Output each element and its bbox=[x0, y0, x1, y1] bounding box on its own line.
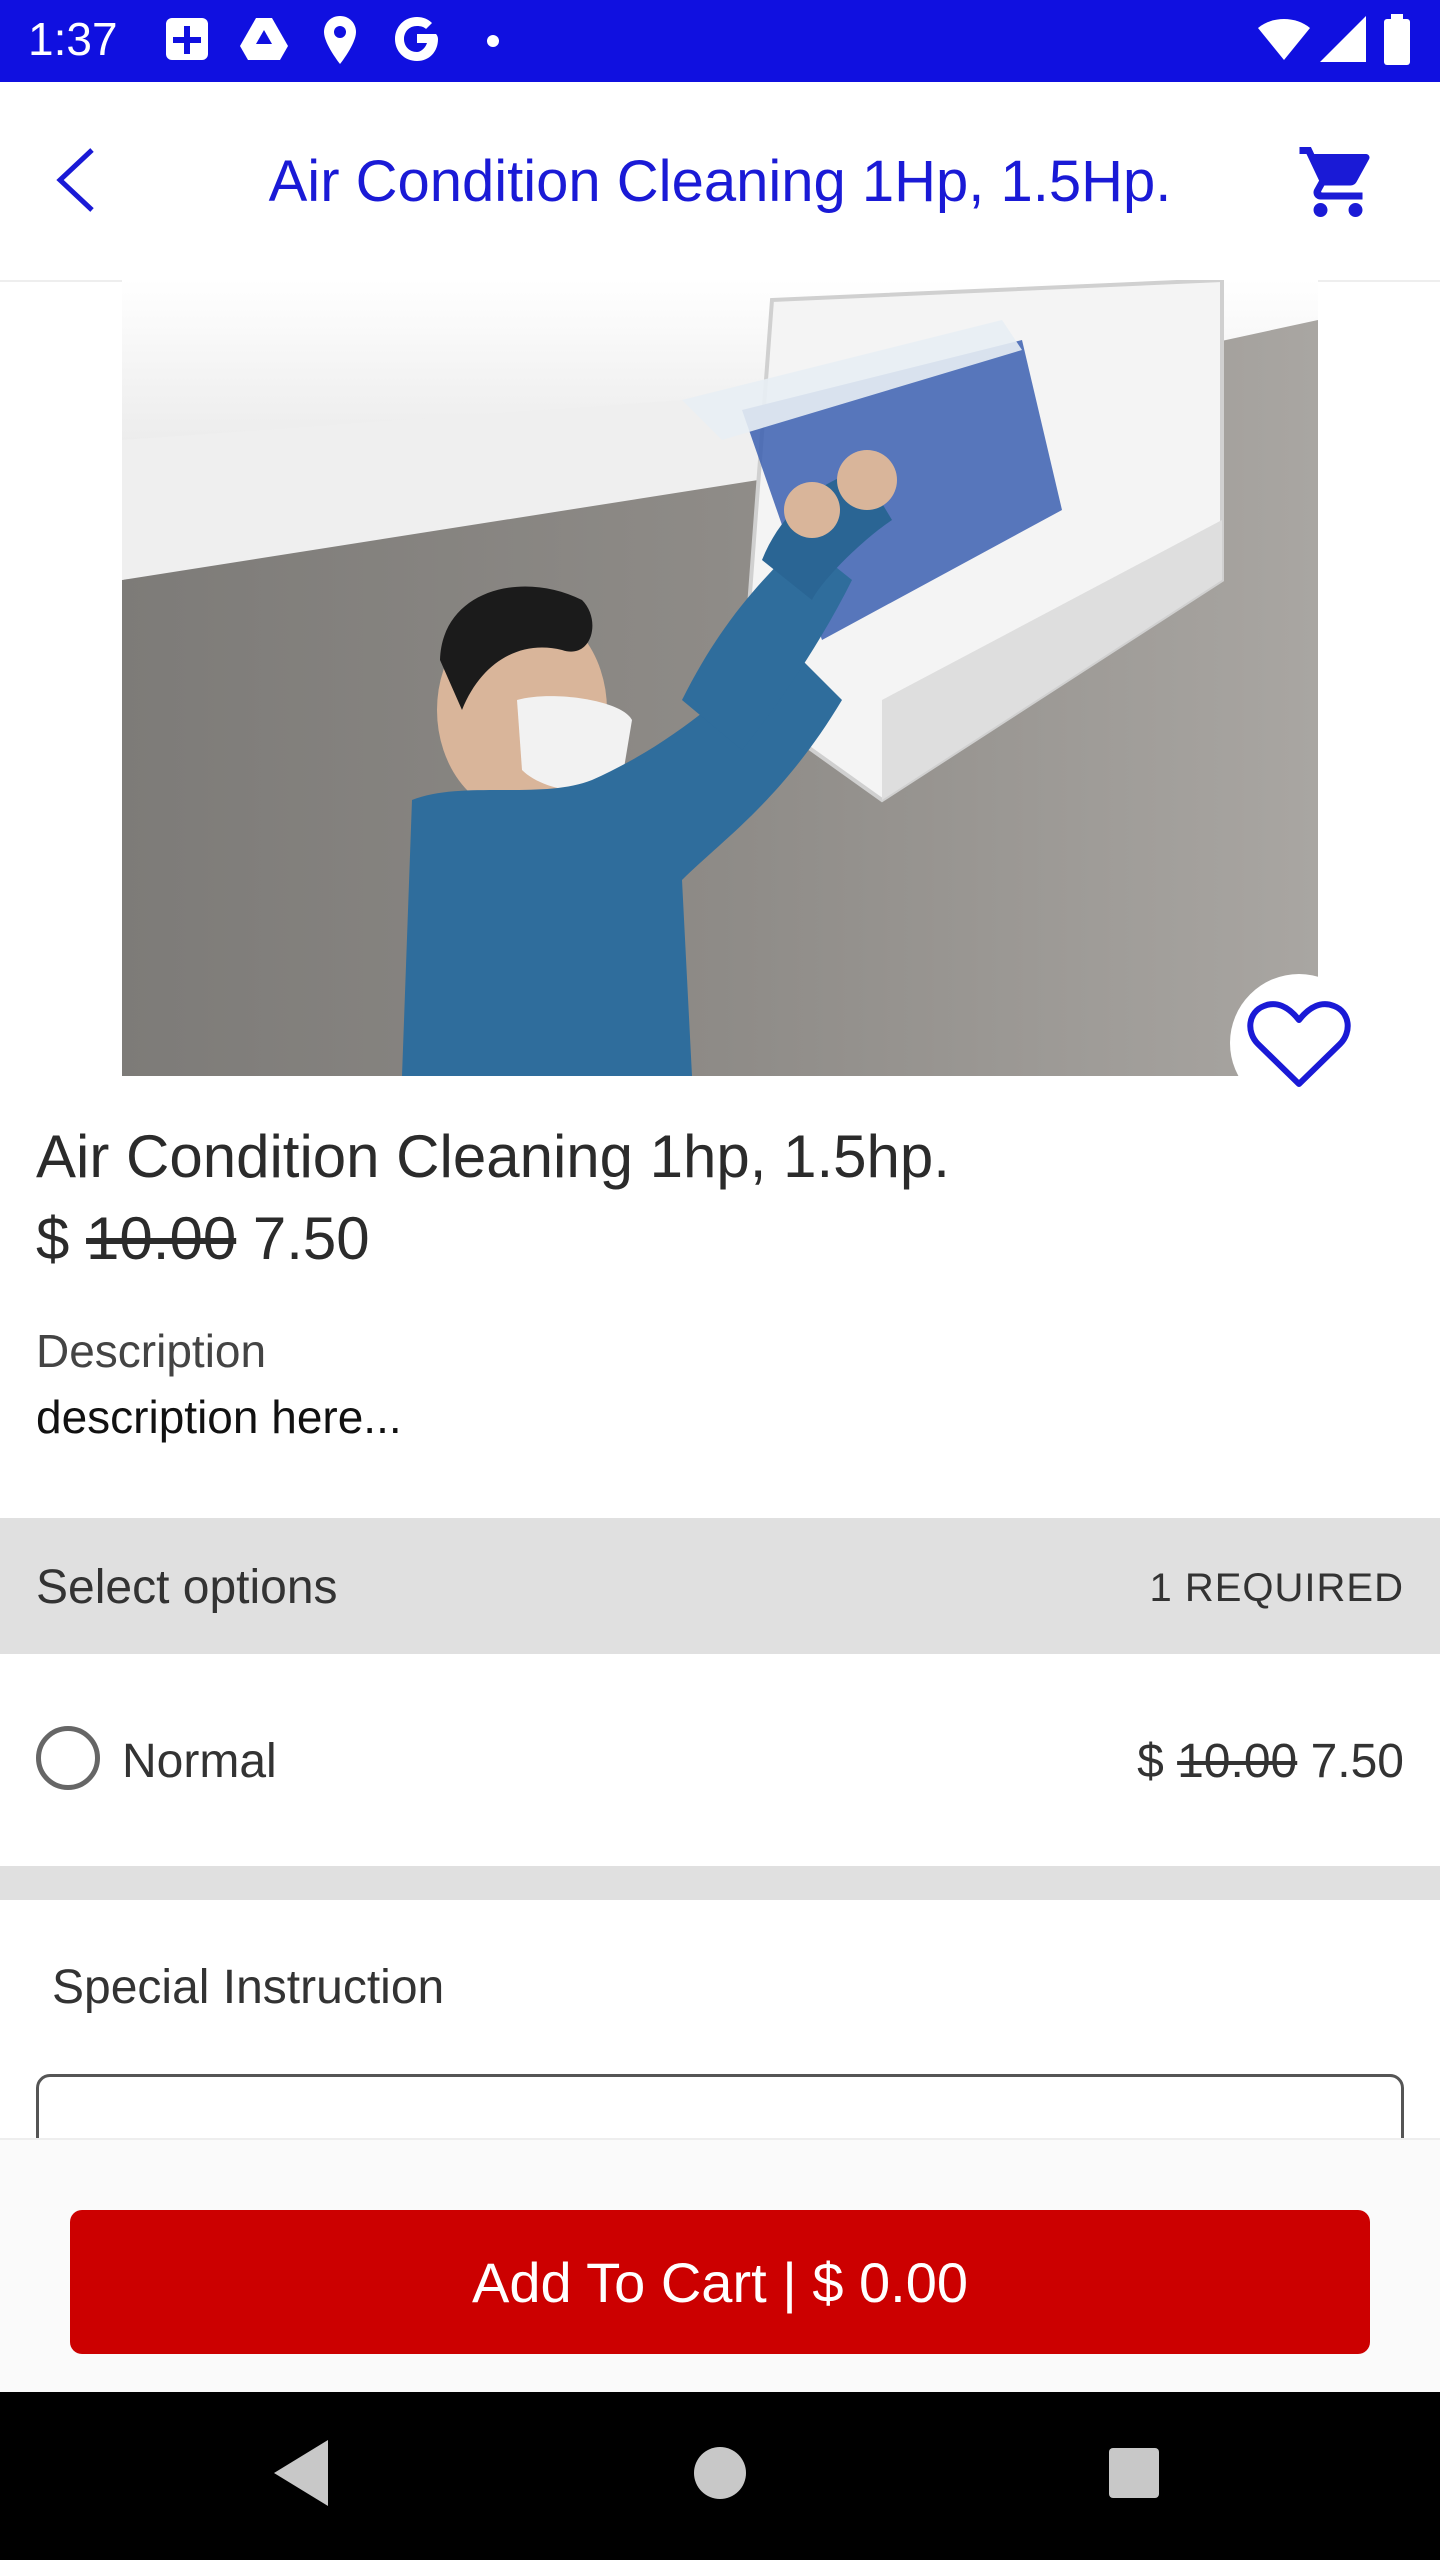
drive-notification-icon bbox=[240, 18, 288, 60]
option-price: $ 10.00 7.50 bbox=[1137, 1734, 1404, 1789]
favorite-button[interactable] bbox=[1230, 974, 1368, 1112]
nav-home-icon[interactable] bbox=[692, 2436, 748, 2510]
options-title: Select options bbox=[36, 1561, 338, 1614]
nav-recents-icon[interactable] bbox=[1106, 2436, 1162, 2510]
nav-back-icon[interactable] bbox=[270, 2436, 334, 2510]
section-divider bbox=[0, 1866, 1440, 1900]
product-photo bbox=[122, 280, 1318, 1076]
description-text: description here... bbox=[36, 1391, 402, 1443]
option-radio[interactable] bbox=[36, 1726, 100, 1790]
cart-button[interactable] bbox=[1296, 140, 1380, 224]
heart-outline-icon bbox=[1247, 1001, 1351, 1087]
currency-symbol: $ bbox=[36, 1205, 70, 1272]
product-image bbox=[122, 280, 1318, 1076]
current-price: 7.50 bbox=[252, 1205, 370, 1272]
page-title: Air Condition Cleaning 1Hp, 1.5Hp. bbox=[268, 149, 1172, 214]
options-required-badge: 1 REQUIRED bbox=[1149, 1566, 1404, 1610]
google-notification-icon bbox=[395, 17, 438, 61]
status-time: 1:37 bbox=[28, 13, 118, 65]
chevron-left-icon bbox=[56, 148, 94, 212]
option-label: Normal bbox=[122, 1735, 277, 1788]
special-instruction-label: Special Instruction bbox=[52, 1961, 445, 2014]
price-row: $ 10.00 7.50 bbox=[36, 1204, 370, 1273]
status-bar: 1:37 bbox=[0, 0, 1440, 82]
app-bar: Air Condition Cleaning 1Hp, 1.5Hp. bbox=[0, 82, 1440, 282]
options-header: Select options 1 REQUIRED bbox=[0, 1518, 1440, 1654]
bottom-action-panel: Add To Cart | $ 0.00 bbox=[0, 2138, 1440, 2394]
wifi-icon bbox=[1258, 19, 1310, 60]
add-to-cart-button[interactable]: Add To Cart | $ 0.00 bbox=[70, 2210, 1370, 2354]
system-navigation-bar bbox=[0, 2392, 1440, 2560]
option-old-price: 10.00 bbox=[1177, 1735, 1298, 1788]
location-notification-icon bbox=[324, 16, 356, 64]
back-button[interactable] bbox=[40, 140, 120, 220]
battery-icon bbox=[1384, 14, 1410, 65]
calendar-notification-icon bbox=[166, 18, 208, 60]
option-row-normal[interactable]: Normal $ 10.00 7.50 bbox=[0, 1654, 1440, 1866]
option-currency: $ bbox=[1137, 1735, 1164, 1788]
product-name: Air Condition Cleaning 1hp, 1.5hp. bbox=[36, 1123, 950, 1190]
more-notifications-dot-icon bbox=[487, 35, 499, 47]
description-label: Description bbox=[36, 1325, 267, 1377]
old-price: 10.00 bbox=[86, 1205, 237, 1272]
shopping-cart-icon bbox=[1299, 147, 1370, 217]
option-current-price: 7.50 bbox=[1310, 1735, 1404, 1788]
signal-icon bbox=[1320, 16, 1366, 62]
